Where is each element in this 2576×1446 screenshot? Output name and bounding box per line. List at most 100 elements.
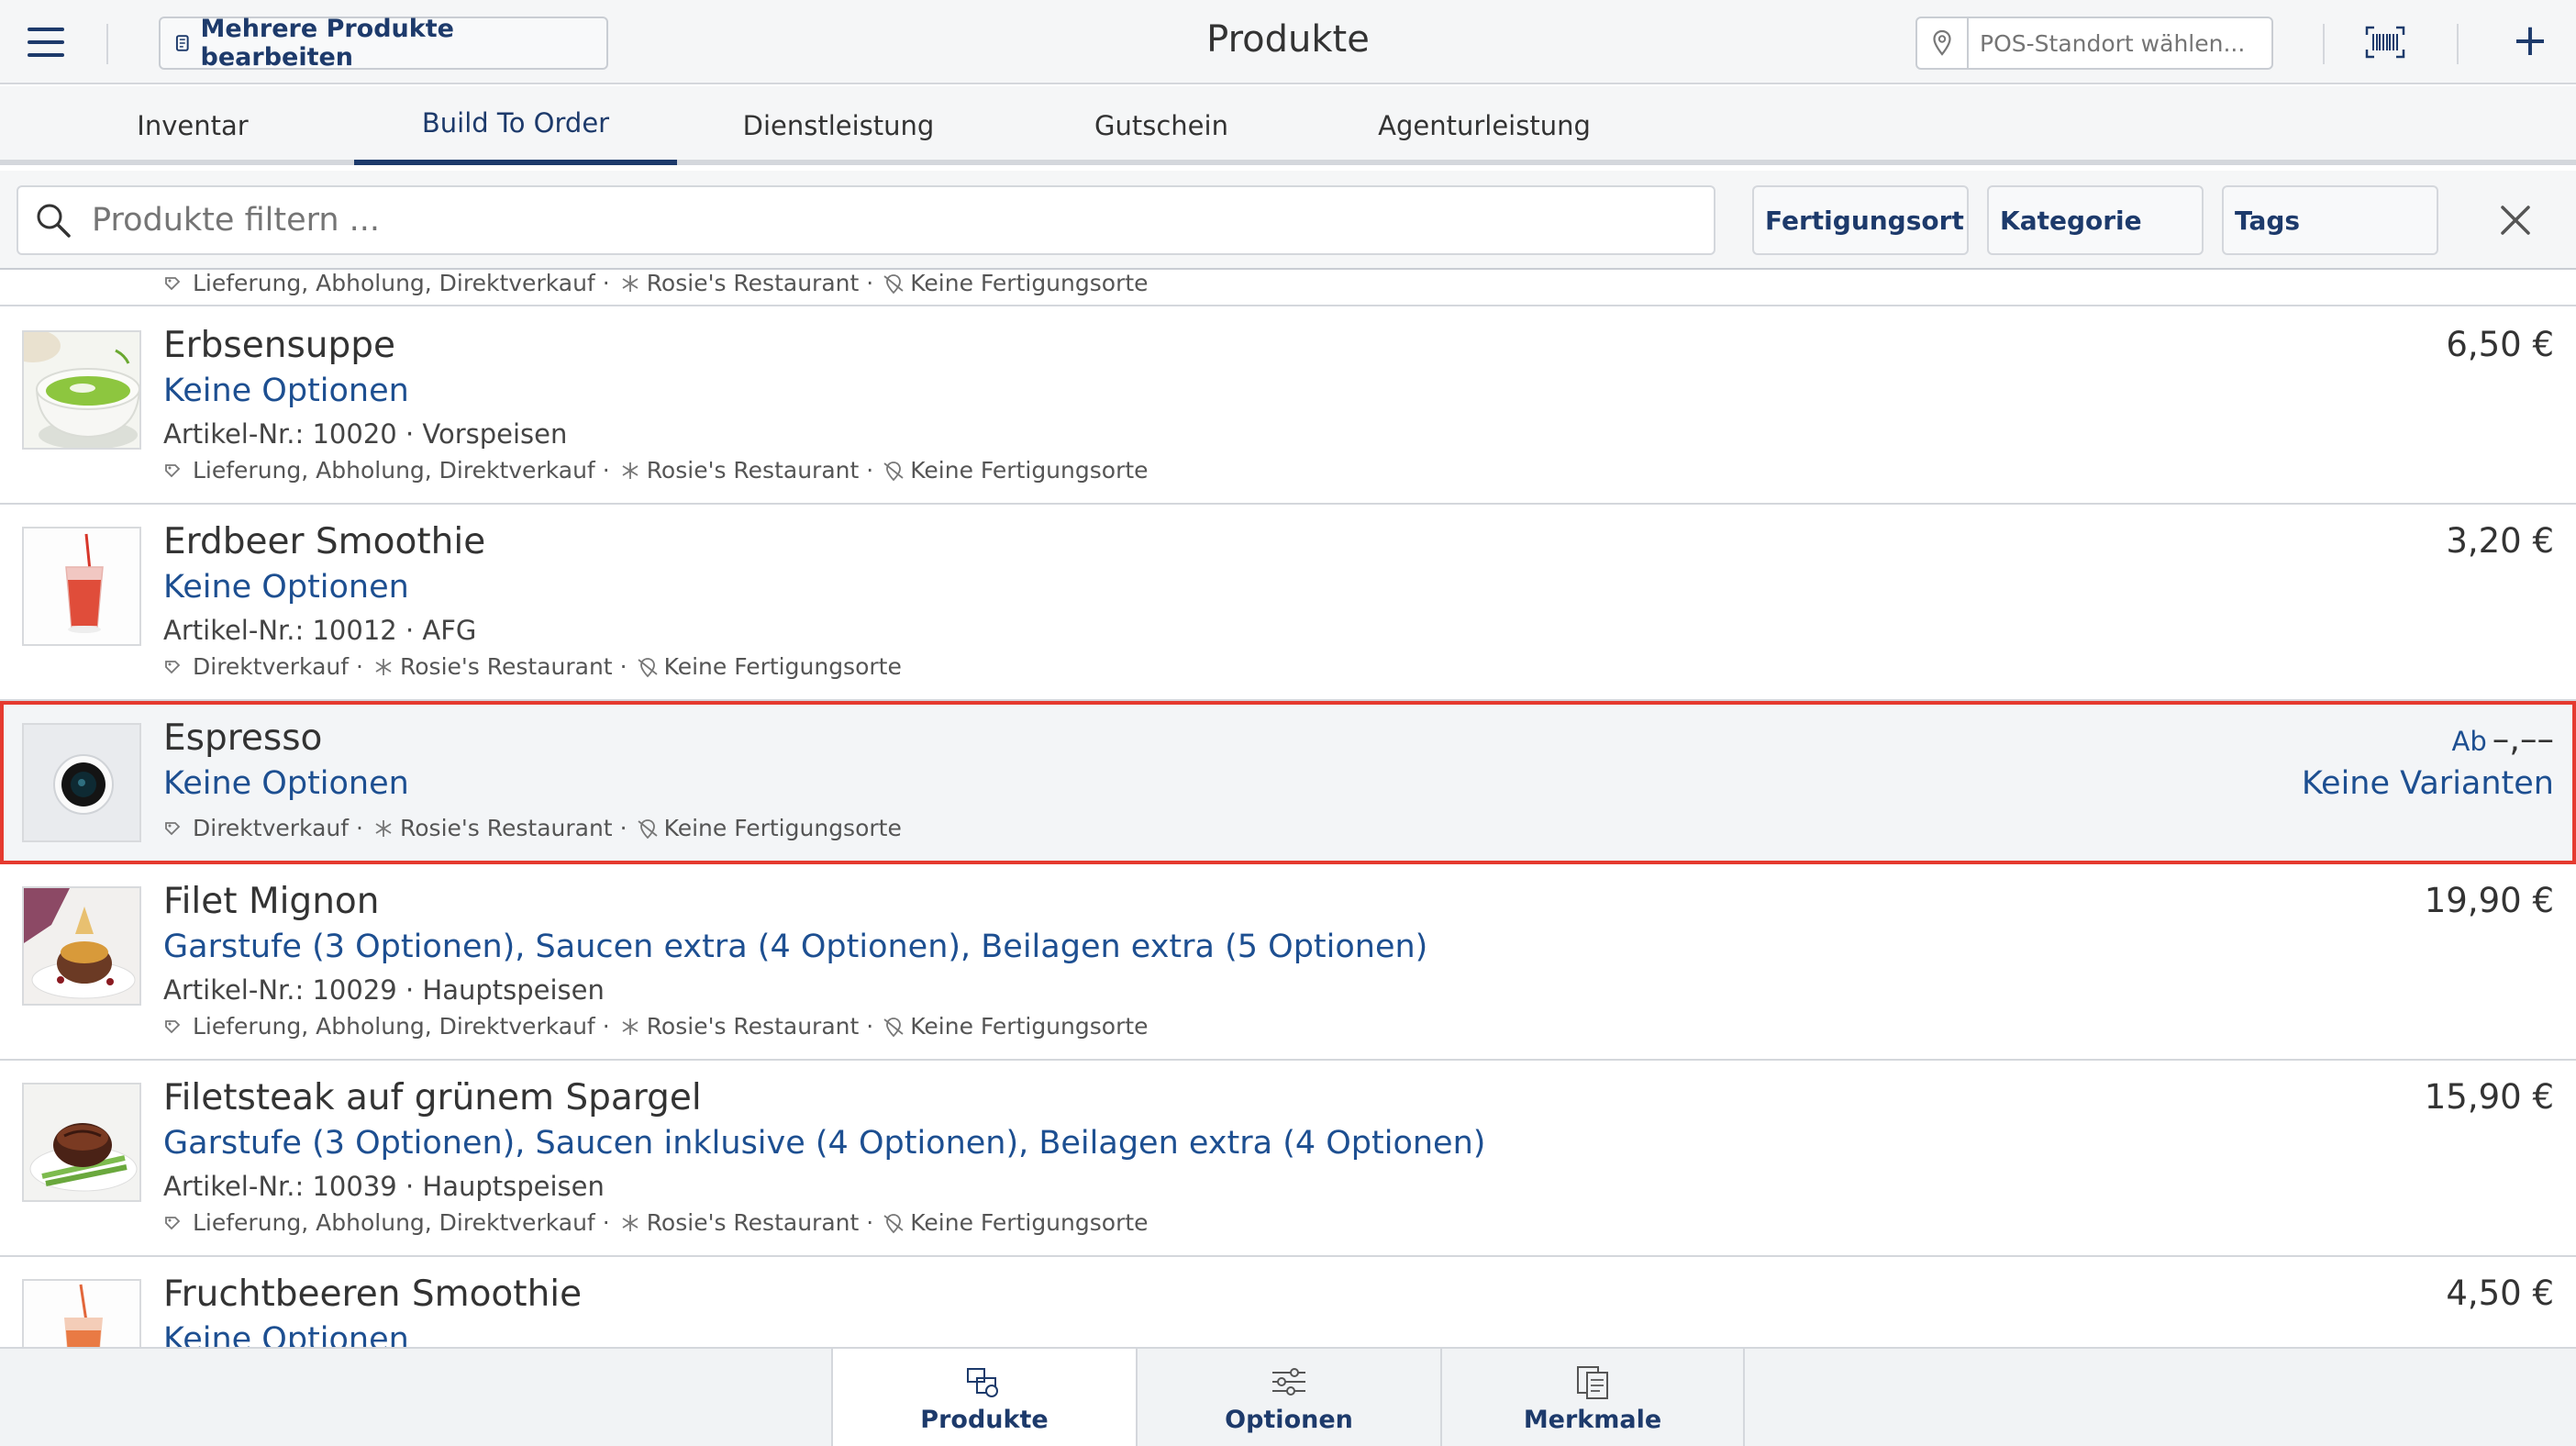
product-options: Keine Optionen <box>163 1321 409 1347</box>
pos-location-input[interactable] <box>1969 29 2262 57</box>
production-pin-icon <box>883 273 904 294</box>
channels-text: Lieferung, Abholung, Direktverkauf <box>193 457 595 484</box>
location-snowflake-icon <box>622 1018 638 1035</box>
production-text: Keine Fertigungsorte <box>910 1013 1149 1040</box>
channels-text: Direktverkauf <box>193 815 350 841</box>
location-snowflake-icon <box>375 658 392 675</box>
bottom-nav-label: Produkte <box>920 1405 1049 1434</box>
product-tags: Lieferung, Abholung, Direktverkauf · Ros… <box>163 1209 1149 1236</box>
list-item[interactable]: Filet Mignon Garstufe (3 Optionen), Sauc… <box>0 864 2576 1061</box>
divider <box>2457 24 2459 64</box>
location-text: Rosie's Restaurant <box>646 1209 860 1236</box>
product-meta: Artikel-Nr.: 10020 · Vorspeisen <box>163 418 568 450</box>
tag-stack-icon <box>175 35 189 51</box>
product-image-strawberry-smoothie <box>22 527 141 646</box>
search-icon <box>37 204 71 238</box>
product-price: 19,90 € <box>2424 881 2554 920</box>
channels-text: Direktverkauf <box>193 653 350 680</box>
location-snowflake-icon <box>622 1214 638 1231</box>
production-text: Keine Fertigungsorte <box>910 272 1149 296</box>
channels-text: Lieferung, Abholung, Direktverkauf <box>193 272 595 296</box>
filter-kategorie-button[interactable]: Kategorie <box>1987 185 2204 255</box>
tab-dienstleistung[interactable]: Dienstleistung <box>677 86 1000 165</box>
channel-icon <box>165 1216 181 1229</box>
production-text: Keine Fertigungsorte <box>910 457 1149 484</box>
tab-gutschein[interactable]: Gutschein <box>1000 86 1323 165</box>
menu-icon[interactable] <box>28 28 64 57</box>
list-item[interactable]: Lieferung, Abholung, Direktverkauf · Ros… <box>0 272 2576 306</box>
product-name: Fruchtbeeren Smoothie <box>163 1274 583 1315</box>
product-image-pea-soup <box>22 330 141 450</box>
product-meta: Artikel-Nr.: 10012 · AFG <box>163 615 477 646</box>
channels-text: Lieferung, Abholung, Direktverkauf <box>193 1013 595 1040</box>
bottom-nav-label: Merkmale <box>1523 1405 1662 1434</box>
add-product-button[interactable]: + <box>2510 18 2550 64</box>
list-item[interactable]: Erdbeer Smoothie Keine Optionen Artikel-… <box>0 505 2576 701</box>
clear-filter-icon[interactable] <box>2495 200 2536 240</box>
search-input[interactable] <box>73 202 1541 239</box>
product-image-filet-mignon <box>22 886 141 1006</box>
product-name: Erbsensuppe <box>163 325 396 366</box>
product-variants: Keine Varianten <box>2301 765 2554 802</box>
location-snowflake-icon <box>622 274 638 292</box>
location-snowflake-icon <box>375 819 392 837</box>
location-text: Rosie's Restaurant <box>646 457 860 484</box>
channel-icon <box>165 1019 181 1033</box>
filter-fertigungsort-button[interactable]: Fertigungsort <box>1752 185 1969 255</box>
channel-icon <box>165 463 181 477</box>
price-prefix: Ab <box>2451 726 2487 757</box>
production-text: Keine Fertigungsorte <box>663 653 902 680</box>
product-name: Filetsteak auf grünem Spargel <box>163 1077 702 1118</box>
production-pin-icon <box>638 818 658 839</box>
bottom-nav-produkte[interactable]: Produkte <box>831 1349 1136 1446</box>
product-name: Filet Mignon <box>163 881 380 922</box>
location-text: Rosie's Restaurant <box>400 815 613 841</box>
production-text: Keine Fertigungsorte <box>910 1209 1149 1236</box>
price-value: –,–– <box>2492 719 2554 759</box>
production-pin-icon <box>883 461 904 481</box>
filter-bar: Fertigungsort Kategorie Tags <box>0 171 2576 270</box>
location-pin-icon <box>1917 18 1969 68</box>
product-price: 6,50 € <box>2446 325 2554 364</box>
tab-inventar[interactable]: Inventar <box>31 86 354 165</box>
barcode-scanner-icon[interactable] <box>2365 26 2405 59</box>
tab-agenturleistung[interactable]: Agenturleistung <box>1323 86 1646 165</box>
bottom-nav-label: Optionen <box>1225 1405 1353 1434</box>
channel-icon <box>165 660 181 673</box>
app-window: Mehrere Produkte bearbeiten Produkte + I… <box>0 0 2576 1446</box>
location-text: Rosie's Restaurant <box>646 1013 860 1040</box>
product-tags: Lieferung, Abholung, Direktverkauf · Ros… <box>163 272 1149 296</box>
bulk-edit-label: Mehrere Produkte bearbeiten <box>200 15 454 72</box>
channels-text: Lieferung, Abholung, Direktverkauf <box>193 1209 595 1236</box>
clipboard-icon <box>1577 1365 1608 1399</box>
product-image-filetsteak <box>22 1083 141 1202</box>
divider <box>106 24 108 64</box>
product-options: Keine Optionen <box>163 765 409 802</box>
product-meta: Artikel-Nr.: 10029 · Hauptspeisen <box>163 974 605 1006</box>
bulk-edit-button[interactable]: Mehrere Produkte bearbeiten <box>159 15 608 72</box>
pos-location-select[interactable] <box>1915 17 2273 70</box>
search-box[interactable] <box>17 185 1715 255</box>
product-type-tabs: Inventar Build To Order Dienstleistung G… <box>0 86 2576 165</box>
bottom-nav-merkmale[interactable]: Merkmale <box>1440 1349 1745 1446</box>
list-item[interactable]: Filetsteak auf grünem Spargel Garstufe (… <box>0 1061 2576 1257</box>
list-item[interactable]: Erbsensuppe Keine Optionen Artikel-Nr.: … <box>0 308 2576 505</box>
product-tags: Direktverkauf · Rosie's Restaurant · Kei… <box>163 653 902 680</box>
divider <box>2323 24 2325 64</box>
product-tags: Direktverkauf · Rosie's Restaurant · Kei… <box>163 815 902 841</box>
filter-tags-button[interactable]: Tags <box>2222 185 2438 255</box>
tab-build-to-order[interactable]: Build To Order <box>354 86 677 165</box>
product-options: Garstufe (3 Optionen), Saucen inklusive … <box>163 1125 1486 1162</box>
list-item-selected[interactable]: Espresso Keine Optionen Direktverkauf · … <box>0 701 2576 864</box>
list-item[interactable]: Fruchtbeeren Smoothie Keine Optionen 4,5… <box>0 1257 2576 1347</box>
location-text: Rosie's Restaurant <box>400 653 613 680</box>
channel-icon <box>165 821 181 835</box>
product-tags: Lieferung, Abholung, Direktverkauf · Ros… <box>163 457 1149 484</box>
product-meta: Artikel-Nr.: 10039 · Hauptspeisen <box>163 1171 605 1202</box>
product-name: Espresso <box>163 717 323 759</box>
boxes-icon <box>967 1367 998 1397</box>
production-pin-icon <box>883 1213 904 1233</box>
sliders-icon <box>1272 1367 1305 1396</box>
bottom-nav-optionen[interactable]: Optionen <box>1136 1349 1440 1446</box>
product-price: 15,90 € <box>2424 1077 2554 1117</box>
